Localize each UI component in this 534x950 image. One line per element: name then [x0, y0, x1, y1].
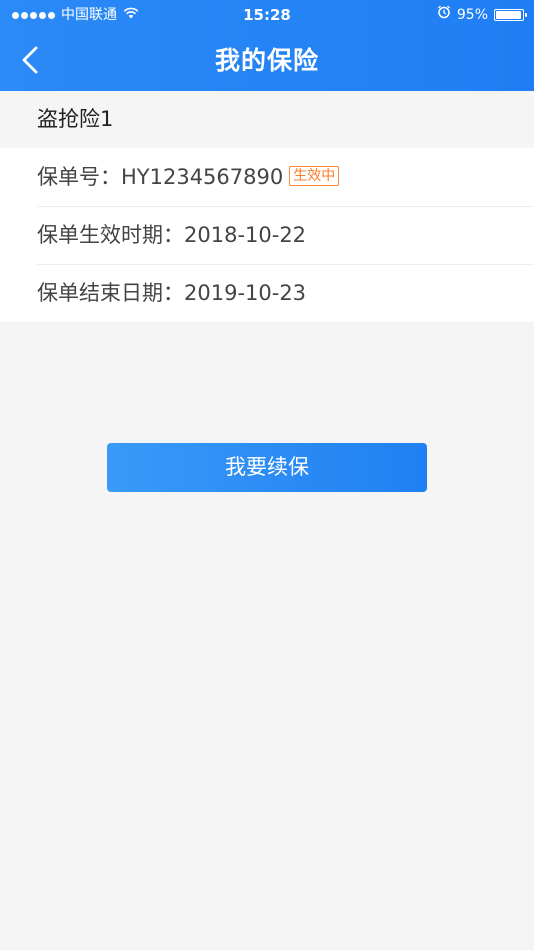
policy-number-row: 保单号：HY1234567890 生效中	[0, 148, 534, 206]
policy-name: 盗抢险1	[0, 91, 534, 148]
alarm-icon	[437, 0, 451, 30]
policy-end-label: 保单结束日期：	[37, 281, 184, 305]
battery-fill	[496, 11, 521, 19]
header: 中国联通 15:28 95% 我的保险	[0, 0, 534, 91]
policy-number-label: 保单号：	[37, 165, 121, 189]
page-title: 我的保险	[214, 46, 319, 75]
battery-icon	[494, 9, 527, 21]
policy-start-row: 保单生效时期：2018-10-22	[0, 206, 534, 264]
policy-start-value: 2018-10-22	[184, 223, 307, 247]
policy-start-label: 保单生效时期：	[37, 223, 184, 247]
policy-card: 保单号：HY1234567890 生效中 保单生效时期：2018-10-22 保单…	[0, 148, 534, 322]
policy-end-row: 保单结束日期：2019-10-23	[0, 264, 534, 322]
nav-bar: 我的保险	[0, 30, 534, 91]
status-right: 95%	[437, 0, 527, 30]
battery-percent: 95%	[456, 7, 488, 23]
renew-button[interactable]: 我要续保	[107, 443, 427, 492]
policy-number-value: HY1234567890	[121, 165, 284, 189]
status-bar: 中国联通 15:28 95%	[0, 0, 534, 30]
policy-end-value: 2019-10-23	[184, 281, 307, 305]
status-badge: 生效中	[289, 166, 340, 186]
